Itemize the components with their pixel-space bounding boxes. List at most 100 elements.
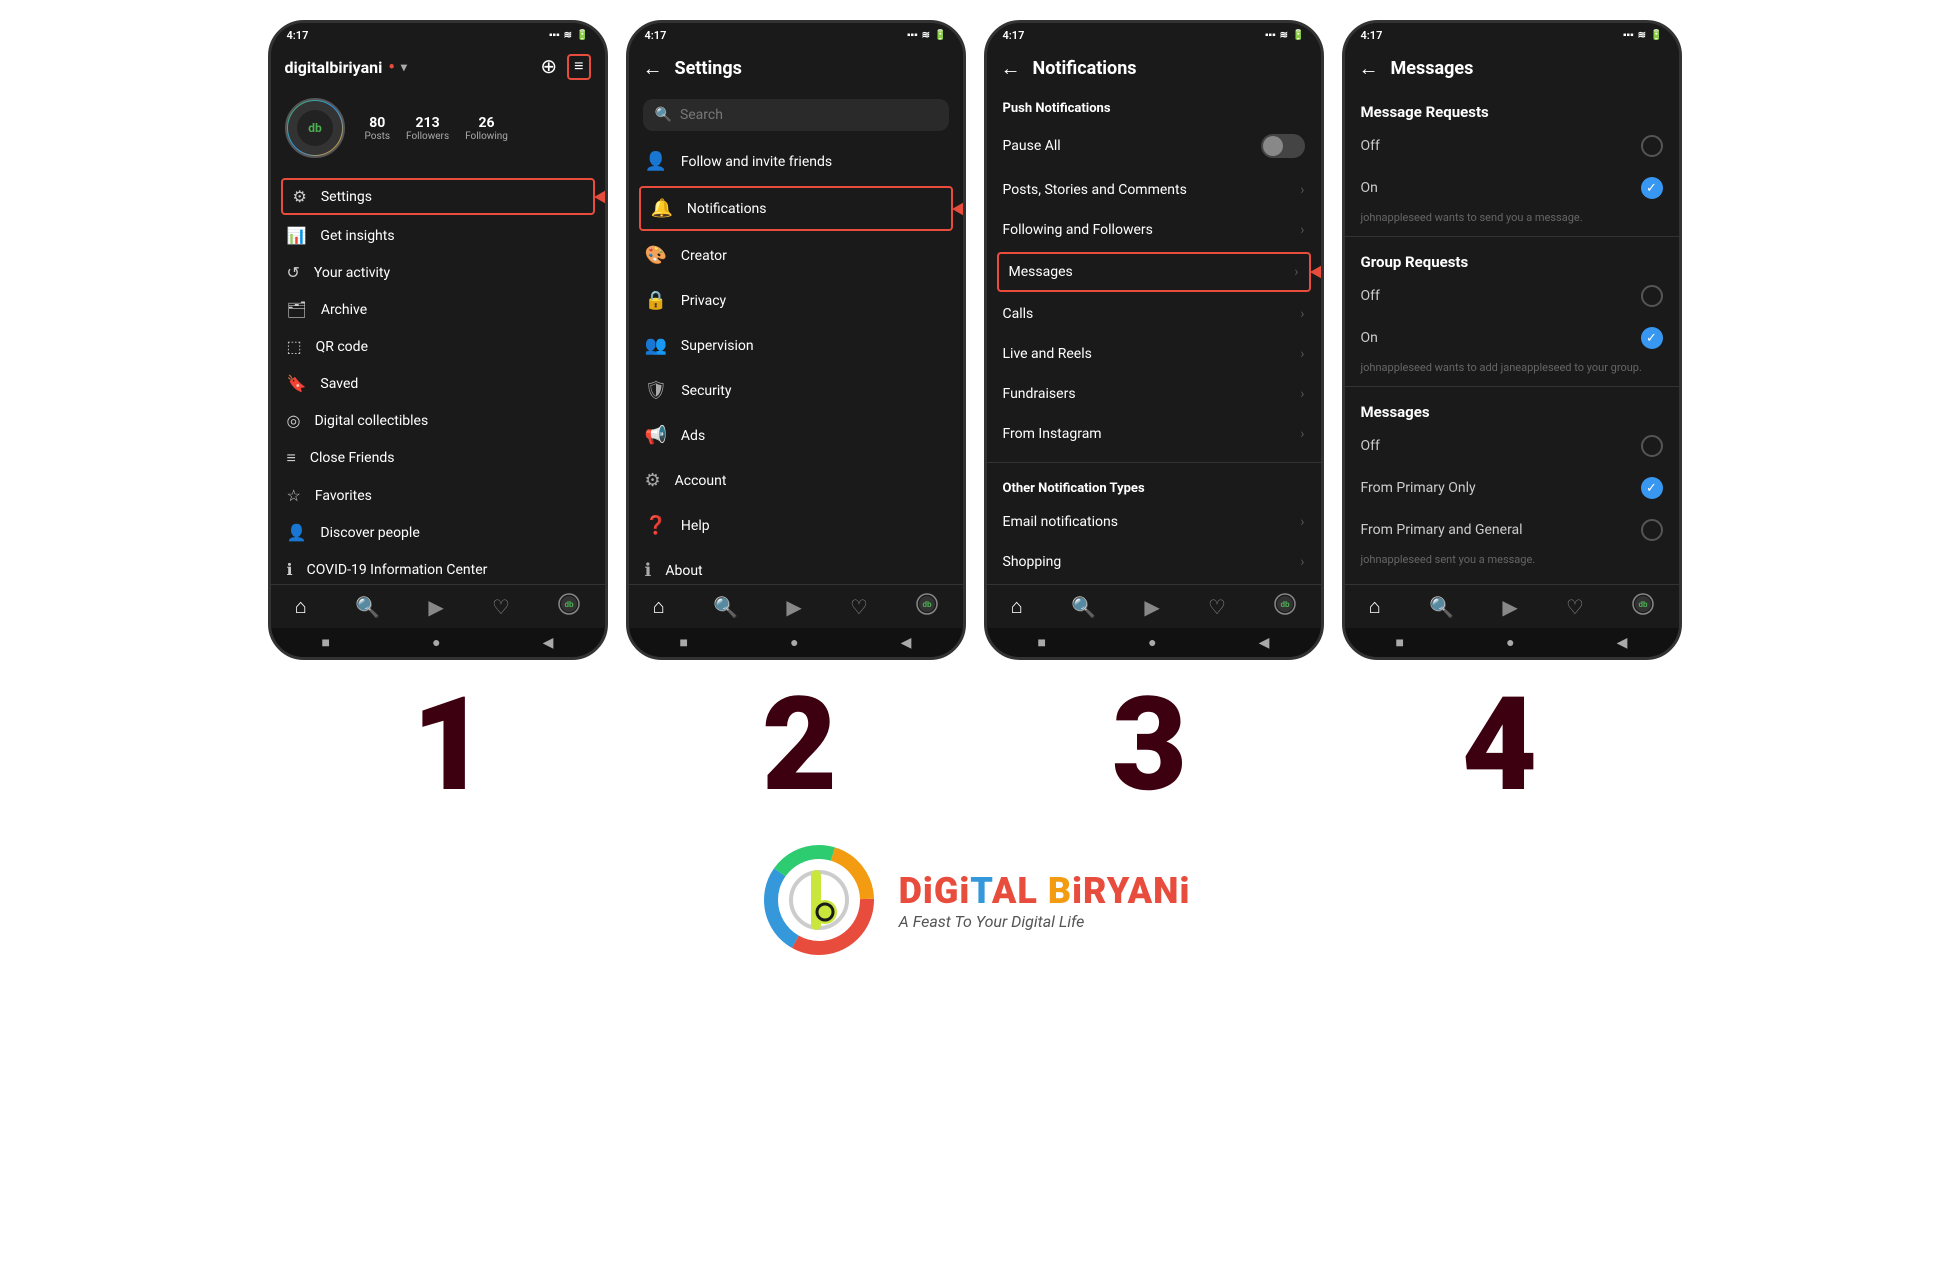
nav-heart-4[interactable]: ♡: [1566, 595, 1584, 619]
group-req-off[interactable]: Off: [1345, 275, 1679, 317]
notif-calls[interactable]: Calls ›: [987, 294, 1321, 334]
settings-security[interactable]: 🛡 Security: [629, 368, 963, 413]
settings-account[interactable]: ⚙ Account: [629, 458, 963, 503]
android-back-4[interactable]: ◀: [1617, 635, 1628, 651]
back-button-2[interactable]: ←: [643, 56, 663, 81]
msg-req-off-radio[interactable]: [1641, 135, 1663, 157]
menu-item-favorites[interactable]: ☆ Favorites: [271, 477, 605, 514]
menu-item-discover[interactable]: 👤 Discover people: [271, 514, 605, 551]
settings-creator[interactable]: 🎨 Creator: [629, 233, 963, 278]
msg-req-on-radio[interactable]: ✓: [1641, 177, 1663, 199]
android-circle-3[interactable]: ●: [1148, 634, 1156, 651]
android-square-3[interactable]: ■: [1038, 634, 1046, 651]
menu-item-settings[interactable]: ⚙ Settings: [281, 178, 595, 215]
nav-profile-2[interactable]: db: [916, 593, 938, 620]
msg-off-radio[interactable]: [1641, 435, 1663, 457]
menu-item-closefriends[interactable]: ≡ Close Friends: [271, 439, 605, 477]
nav-home-4[interactable]: ⌂: [1369, 594, 1381, 619]
nav-search-4[interactable]: 🔍: [1429, 595, 1454, 619]
android-back-2[interactable]: ◀: [901, 635, 912, 651]
status-bar-4: 4:17 ▪▪▪ ≋ 🔋: [1345, 23, 1679, 46]
back-button-4[interactable]: ←: [1359, 56, 1379, 81]
msg-primary-only[interactable]: From Primary Only ✓: [1345, 467, 1679, 509]
notif-following[interactable]: Following and Followers ›: [987, 210, 1321, 250]
hamburger-button[interactable]: ≡: [567, 54, 590, 80]
arrow-head-2: [952, 201, 963, 217]
nav-heart-2[interactable]: ♡: [850, 595, 868, 619]
nav-heart-3[interactable]: ♡: [1208, 595, 1226, 619]
nav-profile-3[interactable]: db: [1274, 593, 1296, 620]
msg-primary-general[interactable]: From Primary and General: [1345, 509, 1679, 551]
toggle-knob: [1263, 136, 1283, 156]
android-square-4[interactable]: ■: [1396, 634, 1404, 651]
android-back-3[interactable]: ◀: [1259, 635, 1270, 651]
menu-item-covid[interactable]: ℹ COVID-19 Information Center: [271, 551, 605, 584]
nav-search-1[interactable]: 🔍: [355, 595, 380, 619]
notif-shopping[interactable]: Shopping ›: [987, 542, 1321, 582]
notif-posts[interactable]: Posts, Stories and Comments ›: [987, 170, 1321, 210]
settings-ads[interactable]: 📢 Ads: [629, 413, 963, 458]
msg-off[interactable]: Off: [1345, 425, 1679, 467]
notif-messages[interactable]: Messages ›: [997, 252, 1311, 292]
ads-label: Ads: [681, 428, 705, 444]
nav-home-1[interactable]: ⌂: [295, 594, 307, 619]
notif-email[interactable]: Email notifications ›: [987, 502, 1321, 542]
android-back-1[interactable]: ◀: [543, 635, 554, 651]
group-req-on-radio[interactable]: ✓: [1641, 327, 1663, 349]
nav-reels-3[interactable]: ▶: [1144, 595, 1159, 619]
menu-item-collectibles[interactable]: ◎ Digital collectibles: [271, 402, 605, 439]
search-bar[interactable]: 🔍 Search: [643, 99, 949, 131]
android-circle-1[interactable]: ●: [432, 634, 440, 651]
group-req-on[interactable]: On ✓: [1345, 317, 1679, 359]
notif-pause-all[interactable]: Pause All: [987, 122, 1321, 170]
msg-primary-general-radio[interactable]: [1641, 519, 1663, 541]
nav-home-2[interactable]: ⌂: [653, 594, 665, 619]
nav-home-3[interactable]: ⌂: [1011, 594, 1023, 619]
settings-notifications[interactable]: 🔔 Notifications: [639, 186, 953, 231]
notif-live[interactable]: Live and Reels ›: [987, 334, 1321, 374]
nav-heart-1[interactable]: ♡: [492, 595, 510, 619]
notif-fundraisers[interactable]: Fundraisers ›: [987, 374, 1321, 414]
msg-primary-only-radio[interactable]: ✓: [1641, 477, 1663, 499]
add-icon[interactable]: ⊕: [540, 54, 557, 80]
phone-1: 4:17 ▪▪▪ ≋ 🔋 digitalbiriyani • ▾ ⊕: [268, 20, 608, 660]
nav-search-2[interactable]: 🔍: [713, 595, 738, 619]
messages-note: johnappleseed sent you a message.: [1345, 551, 1679, 574]
shopping-chevron: ›: [1300, 554, 1304, 570]
pause-all-toggle[interactable]: [1261, 134, 1305, 158]
nav-profile-4[interactable]: db: [1632, 593, 1654, 620]
menu-item-activity[interactable]: ↺ Your activity: [271, 254, 605, 291]
settings-supervision[interactable]: 👥 Supervision: [629, 323, 963, 368]
back-button-3[interactable]: ←: [1001, 56, 1021, 81]
svg-text:db: db: [308, 121, 322, 135]
dropdown-arrow[interactable]: ▾: [401, 60, 407, 74]
menu-item-insights[interactable]: 📊 Get insights: [271, 217, 605, 254]
nav-reels-1[interactable]: ▶: [428, 595, 443, 619]
following-label: Following: [465, 131, 508, 142]
settings-help[interactable]: ❓ Help: [629, 503, 963, 548]
msg-req-on[interactable]: On ✓: [1345, 167, 1679, 209]
nav-reels-2[interactable]: ▶: [786, 595, 801, 619]
msg-req-off[interactable]: Off: [1345, 125, 1679, 167]
android-circle-2[interactable]: ●: [790, 634, 798, 651]
settings-about[interactable]: ℹ About: [629, 548, 963, 584]
group-req-off-radio[interactable]: [1641, 285, 1663, 307]
android-circle-4[interactable]: ●: [1506, 634, 1514, 651]
settings-privacy[interactable]: 🔒 Privacy: [629, 278, 963, 323]
logo-section: DiGiTAL BiRYANi A Feast To Your Digital …: [759, 820, 1191, 970]
android-square-1[interactable]: ■: [322, 634, 330, 651]
android-square-2[interactable]: ■: [680, 634, 688, 651]
menu-item-archive[interactable]: 🗂 Archive: [271, 291, 605, 328]
menu-item-saved[interactable]: 🔖 Saved: [271, 365, 605, 402]
group-req-title: Group Requests: [1345, 241, 1679, 275]
nav-reels-4[interactable]: ▶: [1502, 595, 1517, 619]
android-bar-2: ■ ● ◀: [629, 628, 963, 657]
menu-item-qr[interactable]: ⬚ QR code: [271, 328, 605, 365]
nav-profile-1[interactable]: db: [558, 593, 580, 620]
calls-label: Calls: [1003, 306, 1034, 322]
settings-follow[interactable]: 👤 Follow and invite friends: [629, 139, 963, 184]
messages-chevron: ›: [1294, 264, 1298, 280]
android-bar-1: ■ ● ◀: [271, 628, 605, 657]
nav-search-3[interactable]: 🔍: [1071, 595, 1096, 619]
notif-from-instagram[interactable]: From Instagram ›: [987, 414, 1321, 454]
